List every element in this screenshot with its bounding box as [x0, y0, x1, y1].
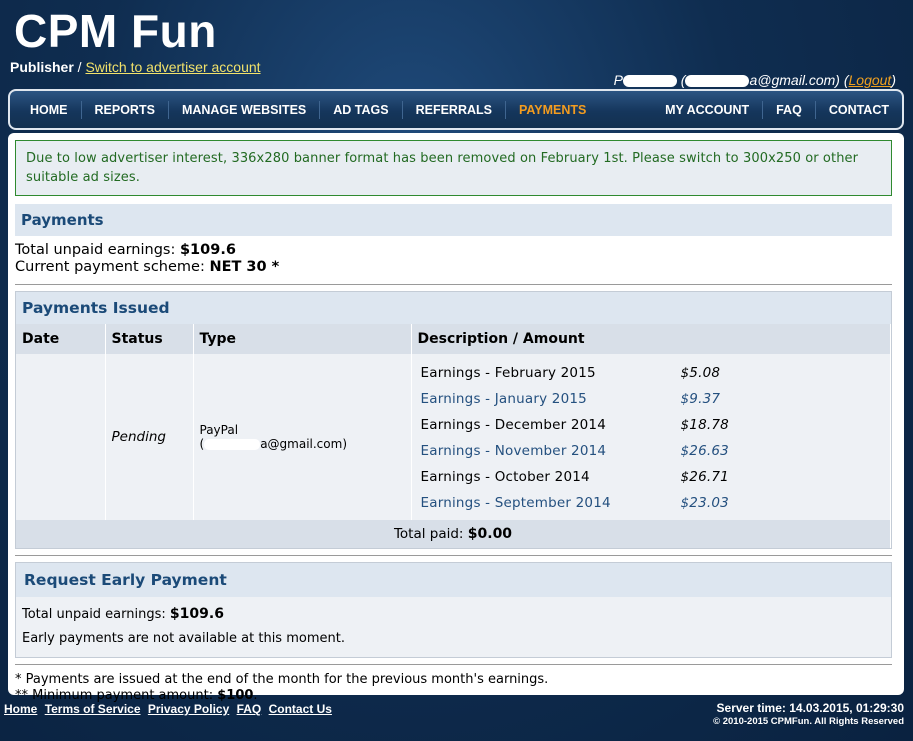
col-status: Status: [105, 324, 194, 354]
logout-paren-open: (: [839, 72, 849, 88]
redacted-email: [685, 75, 750, 88]
total-paid-value: $0.00: [467, 526, 513, 542]
payment-notes: * Payments are issued at the end of the …: [15, 665, 892, 704]
role-separator: /: [73, 59, 86, 75]
minimum-label: ** Minimum payment amount:: [15, 688, 214, 703]
logout-link[interactable]: Logout: [849, 72, 892, 88]
nav-manage-websites[interactable]: MANAGE WEBSITES: [169, 100, 321, 119]
scheme-value: NET 30 *: [209, 259, 280, 275]
payments-table: Date Status Type Description / Amount Pe…: [16, 324, 891, 548]
earning-amount: $18.78: [680, 417, 729, 433]
footer-contact-link[interactable]: Contact Us: [269, 702, 332, 716]
server-info: Server time: 14.03.2015, 01:29:30 © 2010…: [713, 701, 904, 727]
earning-amount: $5.08: [680, 365, 721, 381]
nav-faq[interactable]: FAQ: [763, 100, 816, 119]
divider: [15, 284, 892, 285]
early-payment-heading: Request Early Payment: [16, 563, 891, 597]
early-unpaid-line: Total unpaid earnings: $109.6: [22, 602, 885, 627]
col-date: Date: [16, 324, 106, 354]
early-payment-message: Early payments are not available at this…: [22, 631, 345, 646]
nav-my-account[interactable]: MY ACCOUNT: [652, 100, 764, 119]
col-description: Description / Amount: [411, 324, 891, 354]
server-time: Server time: 14.03.2015, 01:29:30: [716, 701, 904, 715]
earning-amount: $26.71: [680, 469, 729, 485]
list-item: Earnings - February 2015 $5.08: [421, 360, 885, 386]
payments-issued-section: Payments Issued Date Status Type Descrip…: [15, 291, 892, 549]
user-email: a@gmail.com): [749, 72, 840, 88]
payments-summary: Total unpaid earnings: $109.6 Current pa…: [15, 236, 892, 278]
table-header-row: Date Status Type Description / Amount: [16, 324, 891, 354]
earning-label: Earnings - November 2014: [420, 443, 607, 459]
list-item: Earnings - October 2014 $26.71: [421, 464, 885, 490]
payments-heading: Payments: [15, 204, 892, 236]
earning-label: Earnings - February 2015: [420, 365, 596, 381]
footer-links: Home Terms of Service Privacy Policy FAQ…: [4, 702, 336, 716]
earning-amount: $23.03: [680, 495, 729, 511]
earning-label: Earnings - December 2014: [420, 417, 606, 433]
early-payment-body: Total unpaid earnings: $109.6 Early paym…: [16, 597, 891, 657]
list-item: Earnings - January 2015 $9.37: [421, 386, 885, 412]
list-item: Earnings - November 2014 $26.63: [421, 438, 885, 464]
note-schedule: * Payments are issued at the end of the …: [15, 672, 549, 687]
switch-advertiser-link[interactable]: Switch to advertiser account: [85, 59, 260, 75]
earning-label: Earnings - September 2014: [420, 495, 611, 511]
nav-home[interactable]: HOME: [17, 100, 82, 119]
nav-reports[interactable]: REPORTS: [82, 100, 169, 119]
divider: [15, 555, 892, 556]
redacted-username: [622, 75, 677, 88]
type-email: a@gmail.com): [260, 437, 347, 451]
early-unpaid-label: Total unpaid earnings:: [22, 607, 166, 622]
minimum-period: .: [253, 688, 258, 703]
unpaid-earnings-line: Total unpaid earnings: $109.6: [15, 242, 892, 259]
earning-amount: $26.63: [680, 443, 729, 459]
notice-banner: Due to low advertiser interest, 336x280 …: [15, 140, 892, 196]
account-type-line: Publisher / Switch to advertiser account: [10, 59, 261, 75]
total-paid-label: Total paid:: [393, 526, 464, 542]
earning-label: Earnings - October 2014: [420, 469, 590, 485]
scheme-label: Current payment scheme:: [15, 259, 205, 275]
col-type: Type: [193, 324, 412, 354]
cell-type: PayPal (a@gmail.com): [193, 354, 412, 520]
type-account: (a@gmail.com): [200, 437, 405, 451]
footer-terms-link[interactable]: Terms of Service: [45, 702, 141, 716]
nav-contact[interactable]: CONTACT: [816, 101, 902, 119]
cell-date: [16, 354, 106, 520]
list-item: Earnings - December 2014 $18.78: [421, 412, 885, 438]
footer-home-link[interactable]: Home: [4, 702, 37, 716]
nav-payments[interactable]: PAYMENTS: [506, 101, 599, 119]
nav-referrals[interactable]: REFERRALS: [403, 100, 506, 119]
logout-paren-close: ): [891, 72, 896, 88]
list-item: Earnings - September 2014 $23.03: [421, 490, 885, 516]
cell-description: Earnings - February 2015 $5.08 Earnings -…: [411, 354, 891, 520]
cell-status: Pending: [105, 354, 194, 520]
payments-issued-heading: Payments Issued: [16, 292, 891, 324]
account-role: Publisher: [10, 59, 74, 75]
earnings-list: Earnings - February 2015 $5.08 Earnings -…: [418, 354, 885, 520]
unpaid-label: Total unpaid earnings:: [15, 242, 176, 258]
nav-ad-tags[interactable]: AD TAGS: [320, 100, 403, 119]
total-paid-row: Total paid: $0.00: [16, 520, 891, 548]
footer-faq-link[interactable]: FAQ: [237, 702, 262, 716]
table-row: Pending PayPal (a@gmail.com) Earnings - …: [16, 354, 891, 520]
early-payment-section: Request Early Payment Total unpaid earni…: [15, 562, 892, 658]
earning-amount: $9.37: [680, 391, 721, 407]
footer-privacy-link[interactable]: Privacy Policy: [148, 702, 229, 716]
early-unpaid-value: $109.6: [169, 606, 224, 622]
unpaid-value: $109.6: [179, 242, 236, 258]
earning-label: Earnings - January 2015: [420, 391, 587, 407]
site-logo[interactable]: CPM Fun: [14, 4, 217, 58]
main-content: Due to low advertiser interest, 336x280 …: [8, 133, 904, 703]
payment-scheme-line: Current payment scheme: NET 30 *: [15, 259, 892, 276]
copyright: © 2010-2015 CPMFun. All Rights Reserved: [713, 716, 904, 727]
user-info: P (a@gmail.com) (Logout): [613, 72, 896, 88]
redacted-paypal: [204, 439, 261, 450]
main-nav: HOME REPORTS MANAGE WEBSITES AD TAGS REF…: [8, 89, 904, 130]
type-method: PayPal: [199, 423, 239, 437]
minimum-value: $100: [217, 688, 254, 703]
username-prefix: P: [613, 72, 623, 88]
total-paid-cell: Total paid: $0.00: [16, 520, 891, 548]
